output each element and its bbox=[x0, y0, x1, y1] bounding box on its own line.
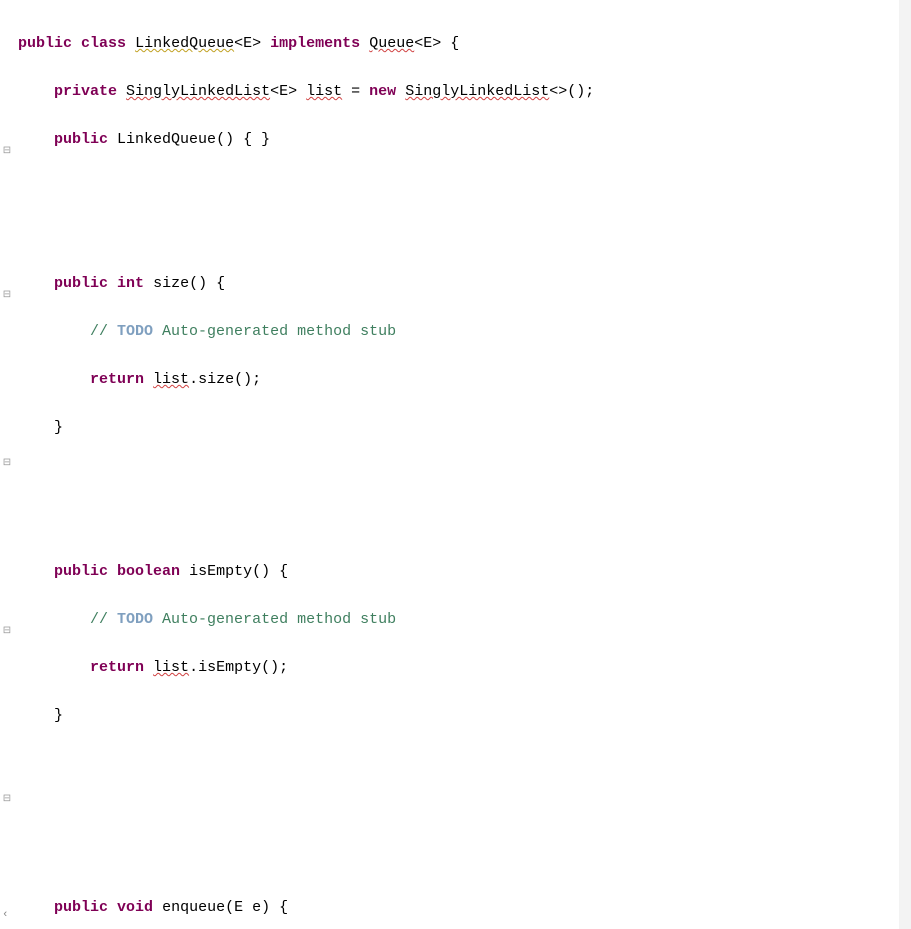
code-line[interactable]: public LinkedQueue() { } bbox=[18, 128, 911, 152]
empty-line[interactable] bbox=[18, 752, 911, 776]
code-line[interactable]: // TODO Auto-generated method stub bbox=[18, 320, 911, 344]
code-line[interactable]: public int size() { bbox=[18, 272, 911, 296]
code-line[interactable]: private SinglyLinkedList<E> list = new S… bbox=[18, 80, 911, 104]
fold-icon[interactable]: ⊟ bbox=[2, 147, 12, 157]
empty-line[interactable] bbox=[18, 512, 911, 536]
todo-tag: TODO bbox=[117, 611, 153, 628]
fold-icon[interactable]: ⊟ bbox=[2, 459, 12, 469]
fold-icon[interactable]: ⊟ bbox=[2, 291, 12, 301]
code-line[interactable]: } bbox=[18, 704, 911, 728]
vertical-scrollbar[interactable] bbox=[899, 0, 911, 929]
code-editor[interactable]: ⊟ ⊟ ⊟ ⊟ ⊟ public class LinkedQueue<E> im… bbox=[0, 0, 911, 929]
todo-tag: TODO bbox=[117, 323, 153, 340]
code-line[interactable]: } bbox=[18, 416, 911, 440]
empty-line[interactable] bbox=[18, 224, 911, 248]
code-line[interactable]: return list.isEmpty(); bbox=[18, 656, 911, 680]
class-name: LinkedQueue bbox=[135, 35, 234, 52]
scroll-left-icon[interactable]: ‹ bbox=[2, 903, 9, 927]
code-line[interactable]: public class LinkedQueue<E> implements Q… bbox=[18, 32, 911, 56]
empty-line[interactable] bbox=[18, 176, 911, 200]
code-line[interactable]: public void enqueue(E e) { bbox=[18, 896, 911, 920]
empty-line[interactable] bbox=[18, 800, 911, 824]
code-area[interactable]: public class LinkedQueue<E> implements Q… bbox=[18, 8, 911, 929]
empty-line[interactable] bbox=[18, 848, 911, 872]
interface-name: Queue bbox=[369, 35, 414, 52]
fold-icon[interactable]: ⊟ bbox=[2, 795, 12, 805]
code-line[interactable]: public boolean isEmpty() { bbox=[18, 560, 911, 584]
fold-icon[interactable]: ⊟ bbox=[2, 627, 12, 637]
empty-line[interactable] bbox=[18, 464, 911, 488]
code-line[interactable]: // TODO Auto-generated method stub bbox=[18, 608, 911, 632]
code-line[interactable]: return list.size(); bbox=[18, 368, 911, 392]
